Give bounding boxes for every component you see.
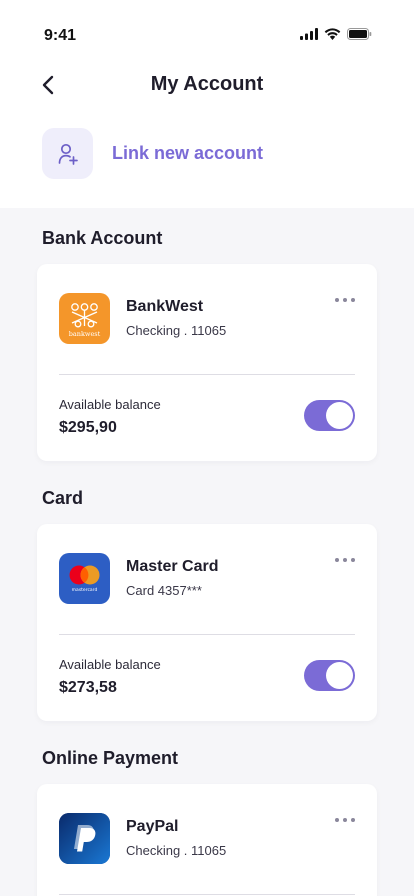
card-name: Master Card xyxy=(126,558,219,575)
more-dot-icon xyxy=(343,558,347,562)
link-new-account-label: Link new account xyxy=(112,143,264,163)
bank-account-card[interactable]: bankwest BankWest Checking . 11065 Avail… xyxy=(37,264,377,461)
more-options-button[interactable] xyxy=(335,557,355,563)
bankwest-logo-text: bankwest xyxy=(69,330,101,338)
more-dot-icon xyxy=(351,558,355,562)
divider xyxy=(59,894,355,895)
card-subtitle: Checking . 11065 xyxy=(126,323,227,338)
more-dot-icon xyxy=(335,298,339,302)
more-dot-icon xyxy=(335,818,339,822)
toggle-knob xyxy=(326,402,353,429)
status-time: 9:41 xyxy=(44,27,77,44)
bankwest-logo-mark: bankwest xyxy=(69,303,101,338)
more-options-button[interactable] xyxy=(335,817,355,823)
balance-toggle[interactable] xyxy=(304,660,355,691)
status-icons xyxy=(300,28,372,40)
section-title-bank-account: Bank Account xyxy=(42,228,163,248)
status-bar: 9:41 xyxy=(0,0,414,60)
balance-value: $295,90 xyxy=(59,419,117,436)
more-options-button[interactable] xyxy=(335,297,355,303)
divider xyxy=(59,634,355,635)
card-subtitle: Card 4357*** xyxy=(126,583,202,598)
mastercard-logo: mastercard xyxy=(59,553,110,604)
more-dot-icon xyxy=(343,818,347,822)
balance-label: Available balance xyxy=(59,657,161,672)
more-dot-icon xyxy=(351,298,355,302)
master-card-card[interactable]: mastercard Master Card Card 4357*** Avai… xyxy=(37,524,377,721)
divider xyxy=(59,374,355,375)
toggle-knob xyxy=(326,662,353,689)
add-user-icon-box xyxy=(42,128,93,179)
cellular-signal-icon xyxy=(300,28,318,40)
link-new-account-button[interactable]: Link new account xyxy=(42,128,263,179)
paypal-logo-mark xyxy=(59,813,110,864)
mastercard-logo-mark: mastercard xyxy=(69,565,100,593)
section-title-online-payment: Online Payment xyxy=(42,748,179,768)
add-user-icon xyxy=(58,143,78,165)
section-title-card: Card xyxy=(42,488,84,508)
bankwest-logo: bankwest xyxy=(59,293,110,344)
page-title: My Account xyxy=(150,73,264,95)
balance-value: $273,58 xyxy=(59,679,117,696)
nav-bar: My Account xyxy=(0,62,414,108)
more-dot-icon xyxy=(335,558,339,562)
balance-toggle[interactable] xyxy=(304,400,355,431)
card-subtitle: Checking . 11065 xyxy=(126,843,227,858)
mastercard-logo-text: mastercard xyxy=(72,587,98,593)
card-name: BankWest xyxy=(126,298,204,315)
card-name: PayPal xyxy=(126,818,179,835)
more-dot-icon xyxy=(351,818,355,822)
battery-icon xyxy=(347,28,372,40)
balance-label: Available balance xyxy=(59,397,161,412)
wifi-icon xyxy=(324,28,341,40)
paypal-card[interactable]: PayPal Checking . 11065 xyxy=(37,784,377,896)
paypal-logo xyxy=(59,813,110,864)
more-dot-icon xyxy=(343,298,347,302)
